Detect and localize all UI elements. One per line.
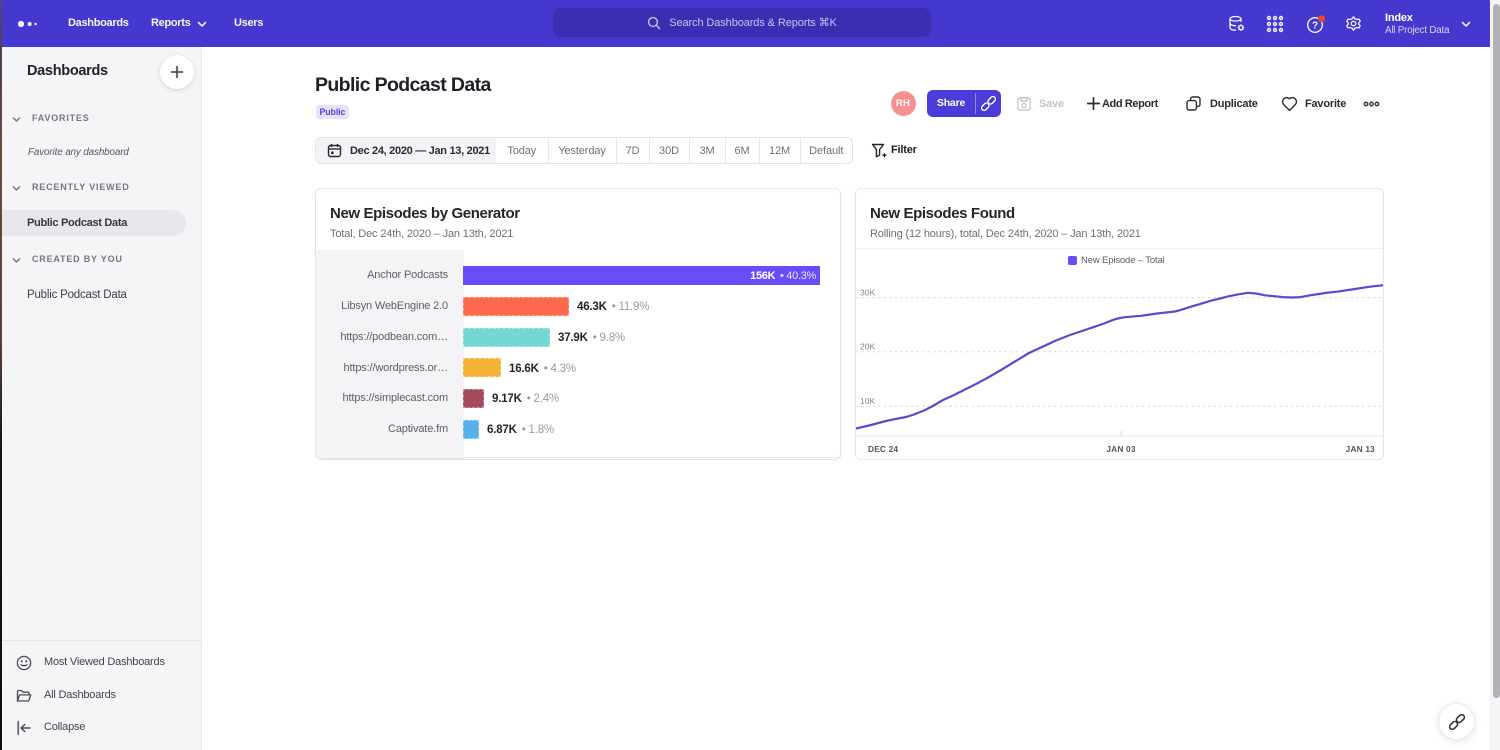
svg-text:JAN 03: JAN 03 xyxy=(1106,444,1136,454)
svg-text:?: ? xyxy=(1312,21,1318,32)
svg-text:30K: 30K xyxy=(860,288,875,298)
svg-text:JAN 13: JAN 13 xyxy=(1346,444,1376,454)
svg-text:10K: 10K xyxy=(860,396,875,406)
svg-text:DEC 24: DEC 24 xyxy=(868,444,898,454)
svg-text:20K: 20K xyxy=(860,342,875,352)
